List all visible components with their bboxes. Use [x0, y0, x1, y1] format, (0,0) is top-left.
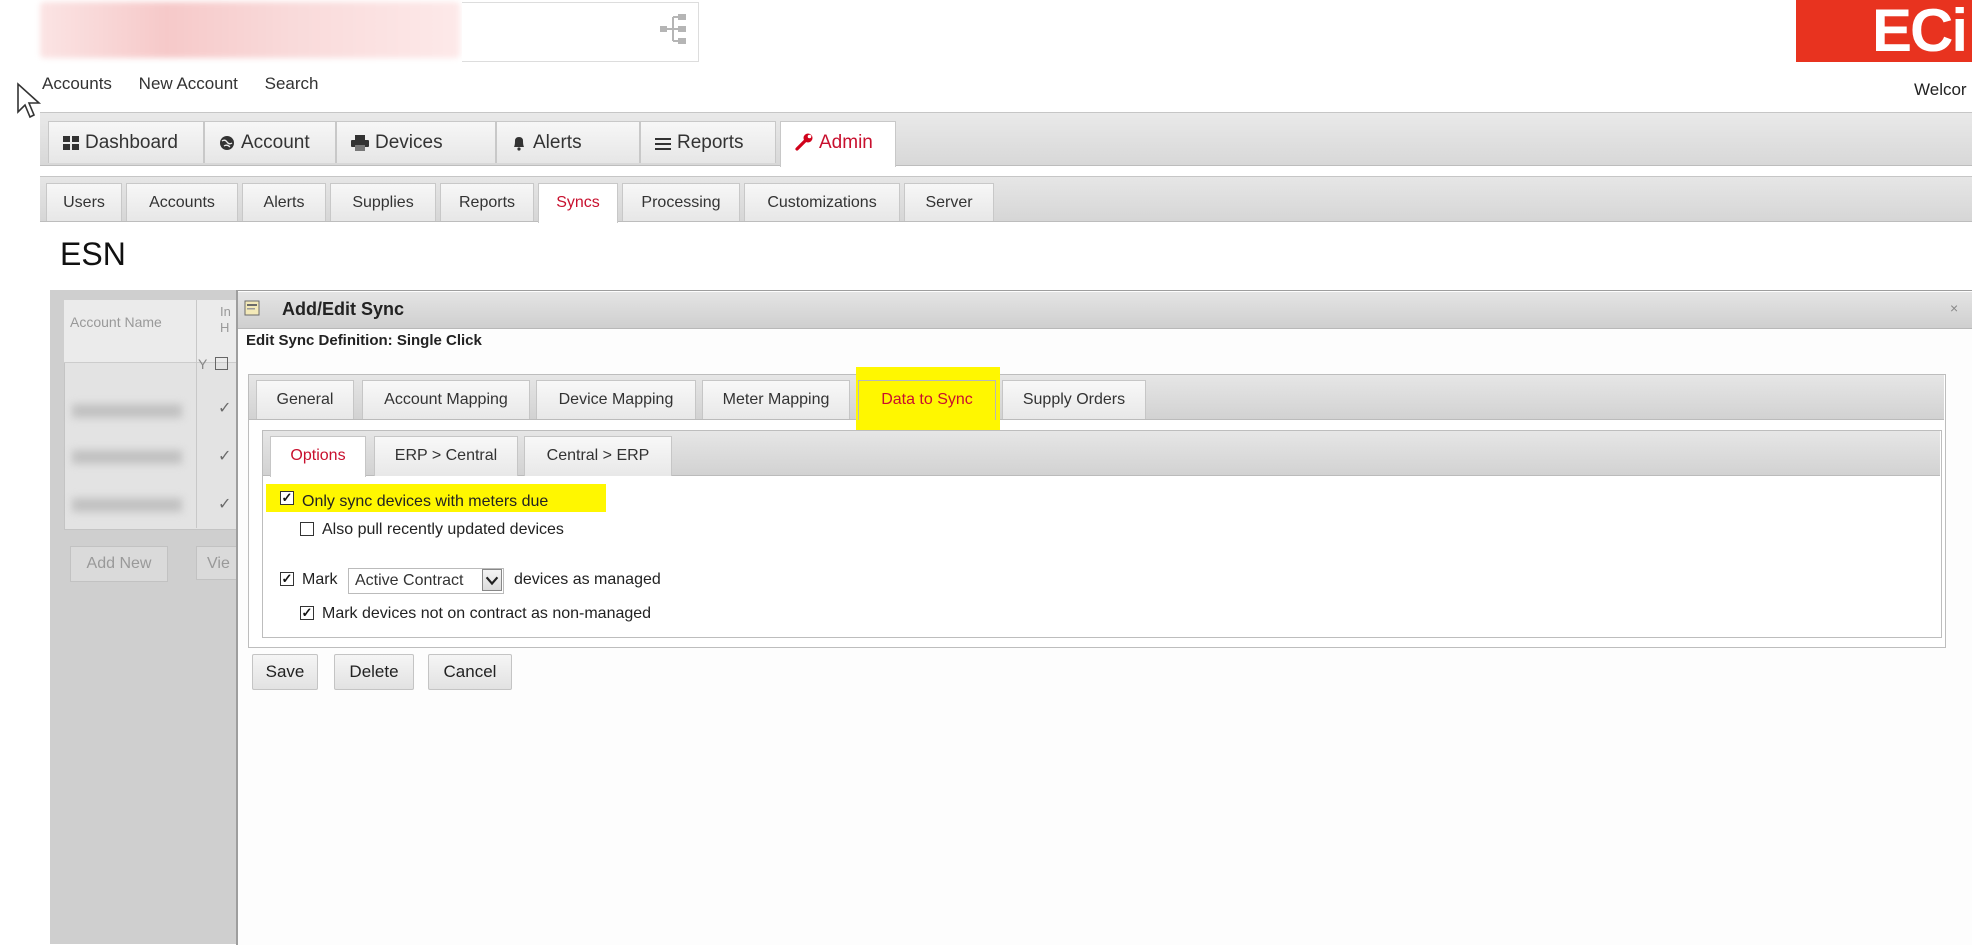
dialog-window-icon: [244, 300, 260, 316]
blurred-row-text: [72, 450, 182, 464]
sync-list-header: [64, 300, 236, 363]
page-title: ESN: [60, 236, 126, 272]
blurred-row-text: [72, 404, 182, 418]
top-nav-accounts-link[interactable]: Accounts: [42, 74, 112, 93]
column-header-in-line1: In: [220, 304, 231, 319]
blurred-row-text: [72, 498, 182, 512]
also-pull-recent-checkbox[interactable]: [300, 522, 314, 536]
cancel-button[interactable]: Cancel: [428, 654, 512, 690]
only-sync-meters-due-label: Only sync devices with meters due: [302, 493, 549, 510]
dialog-title-bar[interactable]: [238, 292, 1972, 329]
delete-button[interactable]: Delete: [334, 654, 414, 690]
admin-sub-tab-bar: Users Accounts Alerts Supplies Reports S…: [40, 176, 1972, 223]
subtab-users[interactable]: Users: [46, 183, 122, 221]
top-nav: Accounts New Account Search: [42, 74, 341, 94]
tab-erp-to-central[interactable]: ERP > Central: [374, 436, 518, 476]
tab-reports[interactable]: Reports: [640, 121, 776, 163]
top-nav-new-account-link[interactable]: New Account: [139, 74, 238, 93]
top-nav-search-link[interactable]: Search: [265, 74, 319, 93]
sitemap-icon[interactable]: [658, 12, 690, 46]
only-sync-meters-due-checkbox[interactable]: ✓: [280, 491, 294, 505]
row-check-icon: ✓: [218, 400, 232, 417]
view-button: Vie: [196, 546, 236, 580]
tab-dashboard[interactable]: Dashboard: [48, 121, 204, 163]
devices-as-managed-label: devices as managed: [514, 571, 661, 588]
tab-general[interactable]: General: [256, 380, 354, 419]
tab-admin-label: Admin: [819, 132, 873, 153]
mark-non-contract-label: Mark devices not on contract as non-mana…: [322, 605, 652, 622]
tab-account[interactable]: Account: [204, 121, 336, 163]
mark-managed-checkbox[interactable]: ✓: [280, 572, 294, 586]
tab-data-to-sync[interactable]: Data to Sync: [858, 380, 996, 420]
tab-device-mapping[interactable]: Device Mapping: [536, 380, 696, 419]
tab-meter-mapping[interactable]: Meter Mapping: [702, 380, 850, 419]
mark-label: Mark: [302, 571, 338, 588]
tab-admin[interactable]: Admin: [780, 121, 896, 167]
filter-icon: Y: [198, 356, 208, 372]
grid-icon: [63, 136, 79, 150]
tab-devices-label: Devices: [375, 132, 443, 153]
column-header-in: In H: [220, 304, 231, 336]
tab-account-label: Account: [241, 132, 310, 153]
main-tab-bar: Dashboard Account Devices Alerts Reports…: [40, 112, 1972, 167]
subtab-syncs[interactable]: Syncs: [538, 183, 618, 223]
save-button[interactable]: Save: [252, 654, 318, 690]
organization-name-blurred: [40, 2, 460, 58]
subtab-alerts[interactable]: Alerts: [242, 183, 326, 221]
row-check-icon: ✓: [218, 496, 232, 513]
row-check-icon: ✓: [218, 448, 232, 465]
list-icon: [655, 138, 671, 150]
filter-checkbox: [214, 357, 228, 370]
printer-icon: [351, 135, 369, 151]
tab-supply-orders[interactable]: Supply Orders: [1002, 380, 1146, 419]
subtab-server[interactable]: Server: [904, 183, 994, 221]
subtab-processing[interactable]: Processing: [622, 183, 740, 221]
eci-logo: ECi: [1796, 0, 1972, 62]
tab-reports-label: Reports: [677, 132, 744, 153]
tab-alerts[interactable]: Alerts: [496, 121, 640, 163]
tab-alerts-label: Alerts: [533, 132, 582, 153]
bell-icon: [514, 137, 524, 151]
column-divider: [196, 300, 197, 528]
tab-central-to-erp[interactable]: Central > ERP: [524, 436, 672, 476]
contract-status-select[interactable]: Active Contract: [348, 568, 504, 594]
also-pull-recent-label: Also pull recently updated devices: [322, 521, 564, 538]
close-icon[interactable]: ×: [1950, 300, 1958, 316]
filter-row: Y: [198, 356, 228, 372]
add-new-button: Add New: [70, 546, 168, 582]
subtab-accounts[interactable]: Accounts: [126, 183, 238, 221]
welcome-text: Welcor: [1914, 80, 1967, 99]
tab-options[interactable]: Options: [270, 436, 366, 477]
column-header-account-name: Account Name: [70, 314, 162, 330]
column-header-in-line2: H: [220, 320, 230, 335]
subtab-supplies[interactable]: Supplies: [330, 183, 436, 221]
dialog-title: Add/Edit Sync: [282, 299, 405, 319]
subtab-customizations[interactable]: Customizations: [744, 183, 900, 221]
chevron-down-icon[interactable]: [482, 569, 502, 591]
tab-devices[interactable]: Devices: [336, 121, 496, 163]
globe-icon: [220, 136, 234, 150]
subtab-reports[interactable]: Reports: [440, 183, 534, 221]
mark-non-contract-checkbox[interactable]: ✓: [300, 606, 314, 620]
dialog-subtitle: Edit Sync Definition: Single Click: [246, 332, 482, 349]
tab-dashboard-label: Dashboard: [85, 132, 178, 153]
tab-account-mapping[interactable]: Account Mapping: [362, 380, 530, 419]
wrench-icon: [795, 133, 813, 151]
